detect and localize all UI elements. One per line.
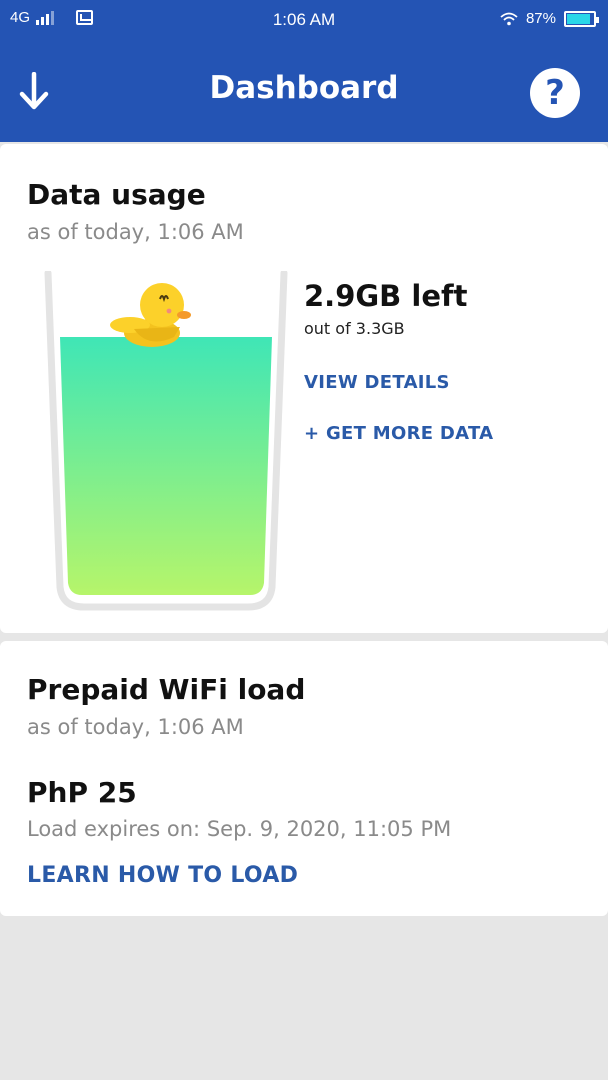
status-bar: 4G 1:06 AM 87% bbox=[0, 0, 608, 40]
prepaid-wifi-card: Prepaid WiFi load as of today, 1:06 AM P… bbox=[0, 641, 608, 916]
data-glass-illustration bbox=[44, 271, 288, 611]
battery-level bbox=[567, 13, 590, 24]
data-usage-timestamp: as of today, 1:06 AM bbox=[27, 220, 244, 244]
data-remaining: 2.9GB left bbox=[304, 279, 468, 313]
battery-percent: 87% bbox=[525, 10, 556, 27]
prepaid-wifi-timestamp: as of today, 1:06 AM bbox=[27, 715, 244, 739]
battery-icon bbox=[564, 10, 599, 27]
data-usage-card: Data usage as of today, 1:06 AM 2.9GB le… bbox=[0, 144, 608, 633]
load-expiry: Load expires on: Sep. 9, 2020, 11:05 PM bbox=[27, 817, 452, 841]
data-usage-title: Data usage bbox=[27, 178, 206, 211]
status-right: 87% bbox=[500, 10, 599, 27]
learn-how-to-load-link[interactable]: LEARN HOW TO LOAD bbox=[27, 863, 298, 888]
view-details-link[interactable]: VIEW DETAILS bbox=[304, 372, 450, 393]
liquid-level bbox=[60, 337, 272, 595]
get-more-data-link[interactable]: + GET MORE DATA bbox=[304, 423, 493, 444]
app-bar: Dashboard ? bbox=[0, 40, 608, 142]
load-balance: PhP 25 bbox=[27, 776, 137, 809]
page-title: Dashboard bbox=[209, 70, 399, 106]
prepaid-wifi-title: Prepaid WiFi load bbox=[27, 673, 306, 706]
wifi-icon bbox=[500, 12, 518, 25]
data-total: out of 3.3GB bbox=[304, 319, 405, 338]
help-icon[interactable]: ? bbox=[530, 68, 580, 118]
